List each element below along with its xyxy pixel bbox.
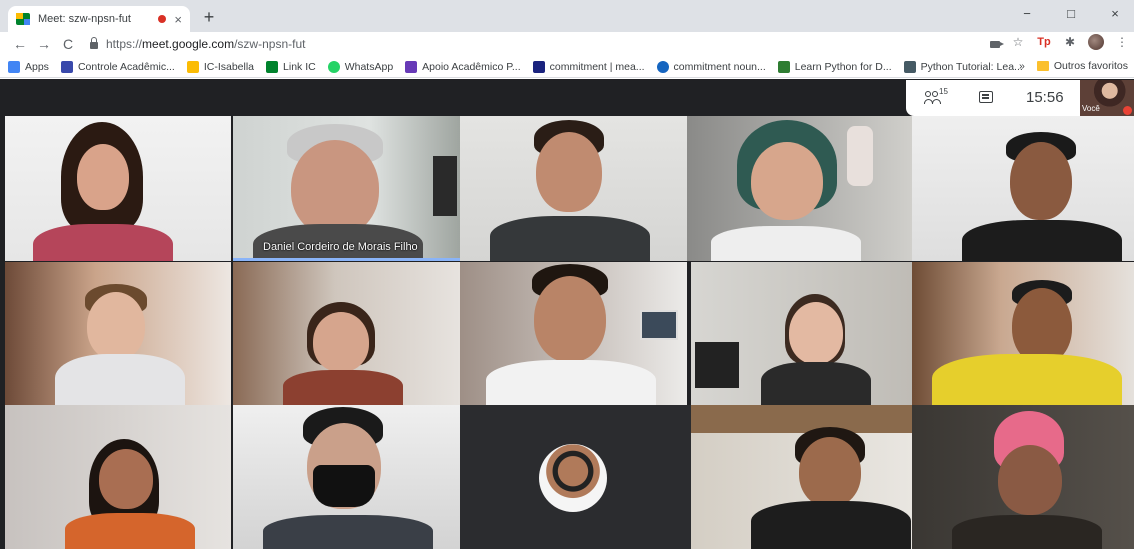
maximize-button[interactable]: □ bbox=[1056, 6, 1086, 21]
meet-info-bar: 15 15:56 Você bbox=[906, 80, 1134, 116]
extensions-puzzle-icon[interactable]: ✱ bbox=[1062, 34, 1078, 50]
address-bar[interactable]: https:// meet.google.com /szw-npsn-fut bbox=[84, 33, 1004, 55]
video-tile-camera-off[interactable] bbox=[460, 405, 691, 549]
camera-in-use-icon[interactable] bbox=[990, 40, 1004, 48]
bookmark-whatsapp[interactable]: WhatsApp bbox=[327, 60, 394, 73]
tab-meet[interactable]: Meet: szw-npsn-fut × bbox=[8, 6, 190, 32]
bookmark-label: Apoio Acadêmico P... bbox=[422, 60, 521, 73]
bookmark-python-tutorial[interactable]: Python Tutorial: Lea... bbox=[903, 60, 1023, 73]
tab-strip: Meet: szw-npsn-fut × + − □ × bbox=[0, 0, 1134, 32]
bookmark-commitment-mea[interactable]: commitment | mea... bbox=[532, 60, 645, 73]
back-button[interactable]: ← bbox=[8, 36, 32, 52]
bookmark-apps[interactable]: Apps bbox=[8, 60, 49, 73]
bookmarks-overflow-button[interactable]: » bbox=[1019, 60, 1025, 72]
bookmark-label: commitment | mea... bbox=[549, 60, 645, 73]
profile-avatar[interactable] bbox=[1088, 34, 1104, 50]
recording-dot-icon bbox=[158, 15, 167, 23]
video-tile[interactable] bbox=[687, 116, 912, 261]
video-tile[interactable] bbox=[912, 262, 1134, 405]
bookmark-label: Controle Acadêmic... bbox=[77, 60, 175, 73]
meeting-time: 15:56 bbox=[1026, 89, 1064, 106]
bookmark-commitment-noun[interactable]: commitment noun... bbox=[656, 60, 766, 73]
participant-count: 15 bbox=[939, 87, 948, 96]
active-speaker-bar bbox=[233, 258, 460, 261]
shield-icon bbox=[60, 60, 73, 73]
video-tile[interactable] bbox=[5, 405, 231, 549]
new-tab-button[interactable]: + bbox=[198, 6, 220, 28]
site-icon bbox=[777, 60, 790, 73]
google-drive-icon bbox=[186, 60, 199, 73]
bookmark-ic-isabella[interactable]: IC-Isabella bbox=[186, 60, 255, 73]
url-path: /szw-npsn-fut bbox=[234, 37, 306, 51]
video-tile[interactable] bbox=[691, 405, 912, 549]
minimize-button[interactable]: − bbox=[1012, 6, 1042, 21]
bookmark-label: Apps bbox=[25, 60, 49, 73]
close-window-button[interactable]: × bbox=[1100, 6, 1130, 21]
meet-favicon-icon bbox=[16, 13, 30, 25]
mic-off-icon bbox=[1123, 106, 1132, 115]
bookmarks-bar: Apps Controle Acadêmic... IC-Isabella Li… bbox=[0, 56, 1134, 78]
participant-avatar bbox=[539, 444, 607, 512]
reload-button[interactable]: C bbox=[56, 36, 80, 52]
bookmark-controle-academico[interactable]: Controle Acadêmic... bbox=[60, 60, 175, 73]
self-view-label: Você bbox=[1082, 104, 1100, 113]
folder-icon bbox=[1036, 61, 1049, 71]
dictionary-icon bbox=[656, 60, 669, 73]
video-tile[interactable] bbox=[460, 116, 687, 261]
bookmarks-right: » Outros favoritos bbox=[1019, 60, 1128, 72]
bookmark-label: IC-Isabella bbox=[203, 60, 255, 73]
apps-grid-icon bbox=[8, 60, 20, 73]
bookmark-label: commitment noun... bbox=[673, 60, 766, 73]
speaker-name-label: Daniel Cordeiro de Morais Filho bbox=[263, 241, 418, 253]
video-tile[interactable] bbox=[233, 262, 460, 405]
bookmark-star-icon[interactable]: ☆ bbox=[1010, 34, 1026, 50]
browser-toolbar: ← → C https:// meet.google.com /szw-npsn… bbox=[0, 32, 1134, 56]
chat-icon[interactable] bbox=[979, 91, 993, 103]
bookmark-label: Learn Python for D... bbox=[794, 60, 892, 73]
tp-extension-icon[interactable]: Tp bbox=[1036, 34, 1052, 50]
video-tile[interactable] bbox=[912, 116, 1134, 261]
forward-button[interactable]: → bbox=[32, 36, 56, 52]
meet-icon bbox=[266, 60, 279, 73]
site-icon bbox=[903, 60, 916, 73]
url-host: meet.google.com bbox=[142, 37, 235, 51]
bookmark-label: WhatsApp bbox=[344, 60, 394, 73]
video-tile[interactable] bbox=[5, 262, 231, 405]
dictionary-icon bbox=[532, 60, 545, 73]
video-tile[interactable] bbox=[460, 262, 687, 405]
video-tile[interactable] bbox=[5, 116, 231, 261]
video-tile[interactable]: Daniel Cordeiro de Morais Filho bbox=[233, 116, 460, 261]
menu-kebab-icon[interactable]: ⋮ bbox=[1114, 34, 1130, 50]
url-scheme: https:// bbox=[106, 37, 143, 51]
toolbar-actions: ☆ Tp ✱ ⋮ bbox=[990, 34, 1130, 50]
forms-icon bbox=[405, 60, 418, 73]
lock-icon bbox=[90, 37, 98, 49]
tab-close-icon[interactable]: × bbox=[174, 12, 182, 27]
tab-title: Meet: szw-npsn-fut bbox=[38, 13, 131, 25]
bookmark-link-ic[interactable]: Link IC bbox=[266, 60, 316, 73]
video-tile[interactable] bbox=[691, 262, 912, 405]
bookmark-learn-python[interactable]: Learn Python for D... bbox=[777, 60, 892, 73]
whatsapp-icon bbox=[327, 60, 340, 73]
other-bookmarks-button[interactable]: Outros favoritos bbox=[1054, 60, 1128, 72]
bookmark-label: Link IC bbox=[283, 60, 316, 73]
bookmark-apoio-academico[interactable]: Apoio Acadêmico P... bbox=[405, 60, 521, 73]
video-tile[interactable] bbox=[912, 405, 1134, 549]
bookmark-label: Python Tutorial: Lea... bbox=[920, 60, 1023, 73]
video-tile[interactable] bbox=[233, 405, 460, 549]
